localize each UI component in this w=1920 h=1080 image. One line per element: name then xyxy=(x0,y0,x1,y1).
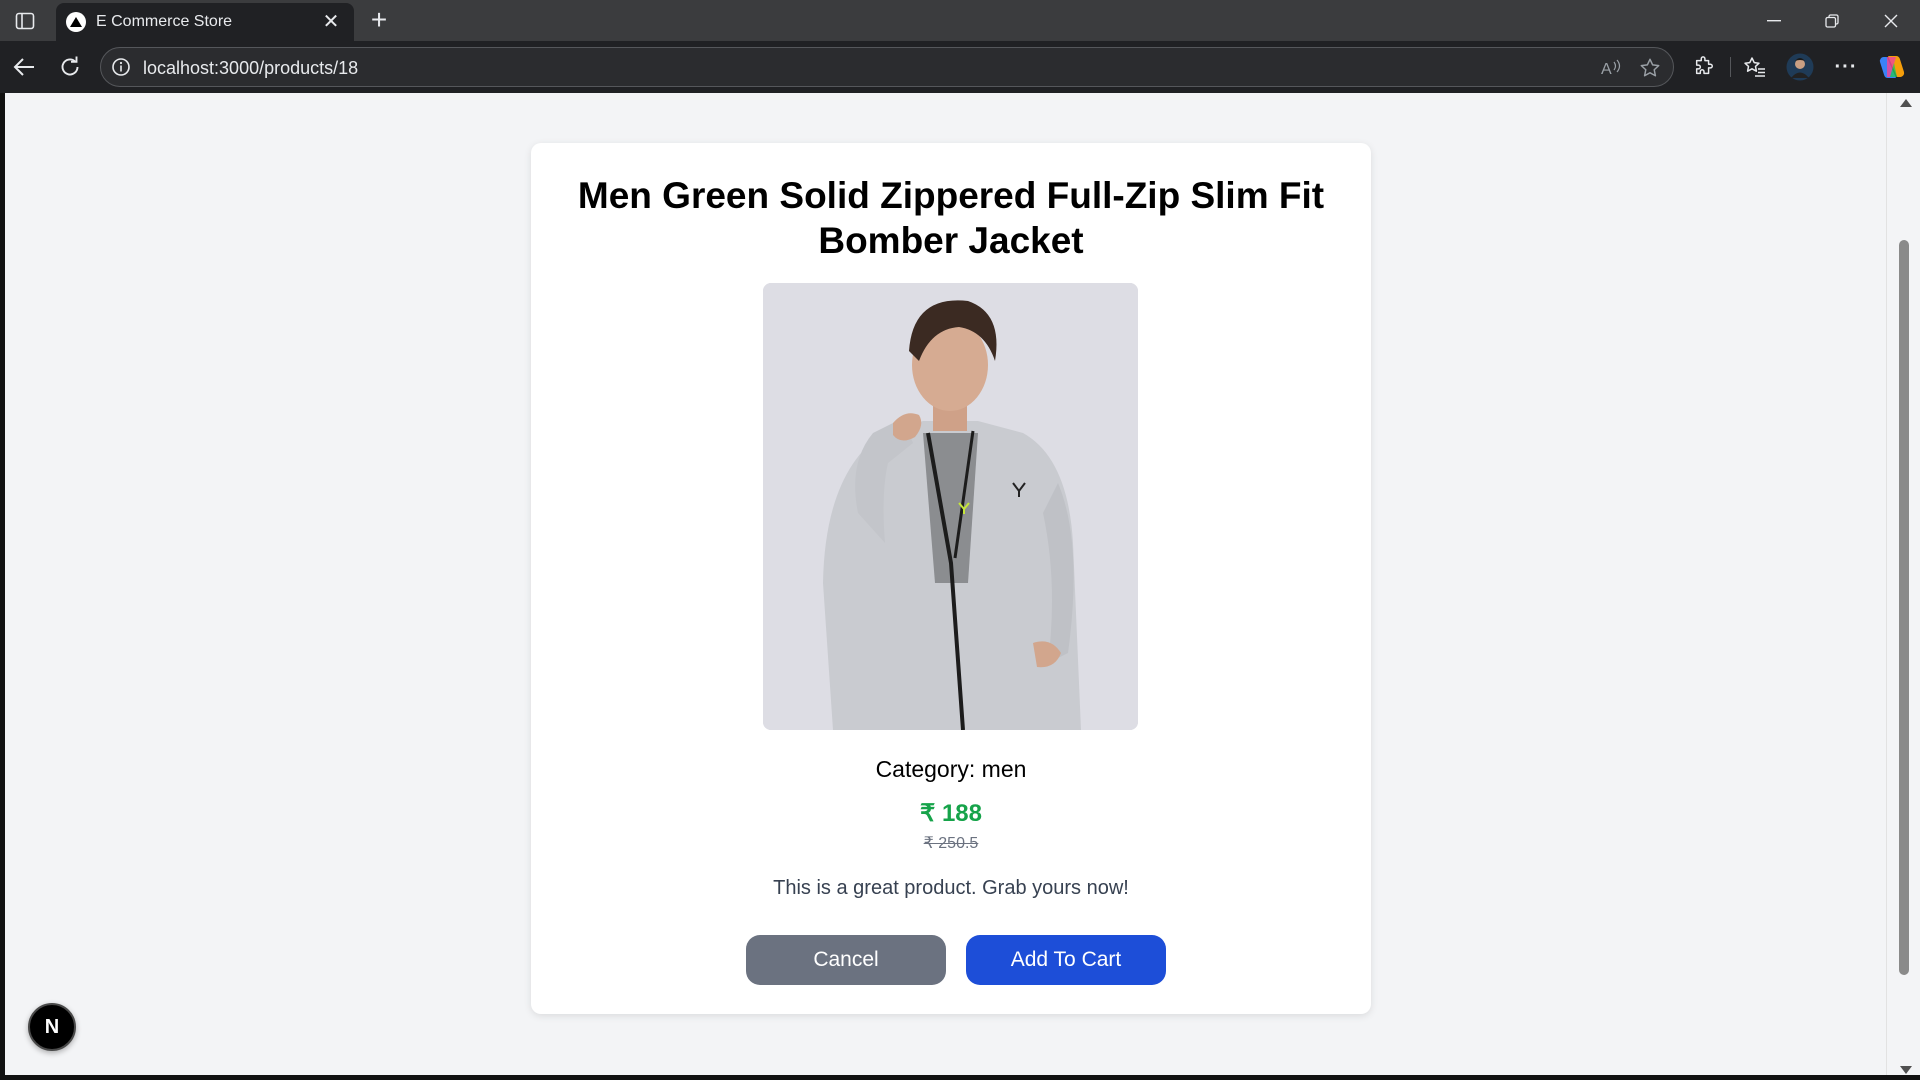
scroll-down-arrow-icon[interactable] xyxy=(1900,1066,1912,1074)
product-description: This is a great product. Grab yours now! xyxy=(773,877,1129,899)
product-title: Men Green Solid Zippered Full-Zip Slim F… xyxy=(577,175,1325,261)
browser-titlebar: E Commerce Store ✕ + xyxy=(0,0,1920,41)
profile-avatar[interactable] xyxy=(1786,53,1814,81)
more-options-icon[interactable]: ··· xyxy=(1832,53,1860,81)
browser-toolbar: localhost:3000/products/18 A ··· xyxy=(0,41,1920,93)
reload-icon[interactable] xyxy=(53,50,87,84)
product-card: Men Green Solid Zippered Full-Zip Slim F… xyxy=(531,143,1371,1014)
tab-actions-icon[interactable] xyxy=(10,8,40,34)
close-window-icon[interactable] xyxy=(1862,0,1920,41)
scroll-up-arrow-icon[interactable] xyxy=(1900,99,1912,107)
back-arrow-icon[interactable] xyxy=(7,50,41,84)
extensions-puzzle-icon[interactable] xyxy=(1690,53,1718,81)
new-tab-button[interactable]: + xyxy=(364,6,394,36)
toolbar-divider xyxy=(1730,57,1731,77)
vercel-favicon-icon xyxy=(66,12,86,32)
cancel-button[interactable]: Cancel xyxy=(746,935,946,985)
page-viewport: Men Green Solid Zippered Full-Zip Slim F… xyxy=(5,93,1886,1075)
site-info-icon[interactable] xyxy=(111,57,131,77)
address-url: localhost:3000/products/18 xyxy=(143,58,359,78)
product-category: Category: men xyxy=(875,756,1027,782)
tab-title: E Commerce Store xyxy=(96,13,233,30)
nextjs-dev-indicator[interactable]: N xyxy=(28,1003,76,1051)
tab-close-icon[interactable]: ✕ xyxy=(320,12,342,32)
svg-text:A: A xyxy=(1601,61,1612,78)
product-price: ₹ 188 xyxy=(920,800,982,827)
favorite-star-icon[interactable] xyxy=(1638,56,1662,80)
address-bar[interactable]: localhost:3000/products/18 A xyxy=(100,47,1674,87)
window-bottom-edge xyxy=(0,1075,1920,1080)
product-image xyxy=(763,283,1138,730)
minimize-icon[interactable] xyxy=(1745,0,1803,41)
favorites-list-icon[interactable] xyxy=(1741,53,1769,81)
copilot-icon[interactable] xyxy=(1878,53,1906,81)
scroll-thumb[interactable] xyxy=(1899,240,1909,975)
read-aloud-icon[interactable]: A xyxy=(1599,56,1623,80)
restore-icon[interactable] xyxy=(1803,0,1861,41)
product-original-price: ₹ 250.5 xyxy=(923,835,979,852)
add-to-cart-button[interactable]: Add To Cart xyxy=(966,935,1166,985)
browser-tab-active[interactable]: E Commerce Store ✕ xyxy=(56,3,354,41)
page-scrollbar[interactable] xyxy=(1886,93,1920,1080)
